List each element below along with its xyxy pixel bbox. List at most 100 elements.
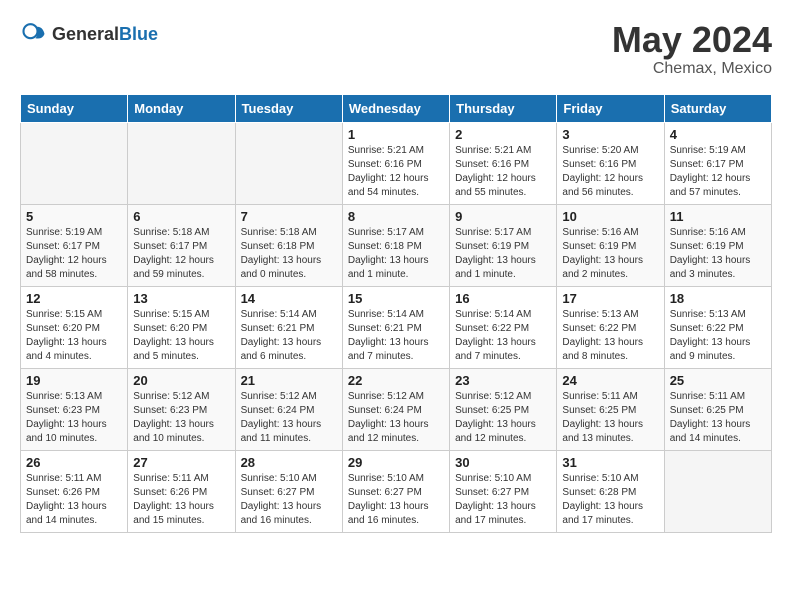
calendar-cell: 20 Sunrise: 5:12 AM Sunset: 6:23 PM Dayli… (128, 368, 235, 450)
calendar-cell: 18 Sunrise: 5:13 AM Sunset: 6:22 PM Dayli… (664, 286, 771, 368)
day-info: Sunrise: 5:20 AM Sunset: 6:16 PM Dayligh… (562, 144, 658, 200)
day-number: 11 (670, 209, 766, 224)
day-info: Sunrise: 5:17 AM Sunset: 6:19 PM Dayligh… (455, 226, 551, 282)
logo-general-text: General (52, 24, 119, 44)
weekday-header-tuesday: Tuesday (235, 94, 342, 122)
calendar-cell: 28 Sunrise: 5:10 AM Sunset: 6:27 PM Dayli… (235, 450, 342, 532)
calendar-cell: 27 Sunrise: 5:11 AM Sunset: 6:26 PM Dayli… (128, 450, 235, 532)
calendar-cell: 30Sunrise: 5:10 AM Sunset: 6:27 PM Dayli… (450, 450, 557, 532)
week-row-4: 19Sunrise: 5:13 AM Sunset: 6:23 PM Dayli… (21, 368, 772, 450)
day-number: 9 (455, 209, 551, 224)
calendar-cell: 5 Sunrise: 5:19 AM Sunset: 6:17 PM Daylig… (21, 204, 128, 286)
calendar-cell: 31 Sunrise: 5:10 AM Sunset: 6:28 PM Dayli… (557, 450, 664, 532)
day-info: Sunrise: 5:16 AM Sunset: 6:19 PM Dayligh… (670, 226, 766, 282)
day-number: 24 (562, 373, 658, 388)
day-number: 31 (562, 455, 658, 470)
weekday-header-friday: Friday (557, 94, 664, 122)
day-number: 25 (670, 373, 766, 388)
day-number: 6 (133, 209, 229, 224)
calendar-cell: 8 Sunrise: 5:17 AM Sunset: 6:18 PM Daylig… (342, 204, 449, 286)
day-number: 16 (455, 291, 551, 306)
day-info: Sunrise: 5:16 AM Sunset: 6:19 PM Dayligh… (562, 226, 658, 282)
day-info: Sunrise: 5:21 AM Sunset: 6:16 PM Dayligh… (348, 144, 444, 200)
weekday-header-thursday: Thursday (450, 94, 557, 122)
day-number: 5 (26, 209, 122, 224)
calendar-cell: 10 Sunrise: 5:16 AM Sunset: 6:19 PM Dayli… (557, 204, 664, 286)
calendar-cell: 4 Sunrise: 5:19 AM Sunset: 6:17 PM Daylig… (664, 122, 771, 204)
day-info: Sunrise: 5:10 AM Sunset: 6:27 PM Dayligh… (348, 472, 444, 528)
day-number: 15 (348, 291, 444, 306)
day-info: Sunrise: 5:13 AM Sunset: 6:23 PM Dayligh… (26, 390, 122, 446)
calendar-cell: 21Sunrise: 5:12 AM Sunset: 6:24 PM Dayli… (235, 368, 342, 450)
calendar-cell: 9 Sunrise: 5:17 AM Sunset: 6:19 PM Daylig… (450, 204, 557, 286)
calendar-cell: 25 Sunrise: 5:11 AM Sunset: 6:25 PM Dayli… (664, 368, 771, 450)
day-info: Sunrise: 5:12 AM Sunset: 6:24 PM Dayligh… (348, 390, 444, 446)
day-number: 7 (241, 209, 337, 224)
day-number: 23 (455, 373, 551, 388)
calendar-cell: 3Sunrise: 5:20 AM Sunset: 6:16 PM Daylig… (557, 122, 664, 204)
calendar-cell (128, 122, 235, 204)
calendar-cell (21, 122, 128, 204)
calendar-cell (664, 450, 771, 532)
calendar-cell: 11 Sunrise: 5:16 AM Sunset: 6:19 PM Dayli… (664, 204, 771, 286)
day-info: Sunrise: 5:15 AM Sunset: 6:20 PM Dayligh… (26, 308, 122, 364)
day-info: Sunrise: 5:11 AM Sunset: 6:25 PM Dayligh… (670, 390, 766, 446)
weekday-header-sunday: Sunday (21, 94, 128, 122)
day-number: 1 (348, 127, 444, 142)
day-info: Sunrise: 5:19 AM Sunset: 6:17 PM Dayligh… (670, 144, 766, 200)
day-number: 8 (348, 209, 444, 224)
calendar-cell: 2 Sunrise: 5:21 AM Sunset: 6:16 PM Daylig… (450, 122, 557, 204)
day-info: Sunrise: 5:21 AM Sunset: 6:16 PM Dayligh… (455, 144, 551, 200)
day-info: Sunrise: 5:15 AM Sunset: 6:20 PM Dayligh… (133, 308, 229, 364)
calendar-cell: 23 Sunrise: 5:12 AM Sunset: 6:25 PM Dayli… (450, 368, 557, 450)
week-row-5: 26 Sunrise: 5:11 AM Sunset: 6:26 PM Dayli… (21, 450, 772, 532)
calendar-cell: 17 Sunrise: 5:13 AM Sunset: 6:22 PM Dayli… (557, 286, 664, 368)
weekday-header-monday: Monday (128, 94, 235, 122)
calendar-cell: 14Sunrise: 5:14 AM Sunset: 6:21 PM Dayli… (235, 286, 342, 368)
day-info: Sunrise: 5:13 AM Sunset: 6:22 PM Dayligh… (670, 308, 766, 364)
calendar-cell: 29Sunrise: 5:10 AM Sunset: 6:27 PM Dayli… (342, 450, 449, 532)
day-info: Sunrise: 5:14 AM Sunset: 6:21 PM Dayligh… (348, 308, 444, 364)
day-number: 10 (562, 209, 658, 224)
day-number: 12 (26, 291, 122, 306)
logo: GeneralBlue (20, 20, 158, 48)
day-info: Sunrise: 5:17 AM Sunset: 6:18 PM Dayligh… (348, 226, 444, 282)
calendar-cell: 16Sunrise: 5:14 AM Sunset: 6:22 PM Dayli… (450, 286, 557, 368)
calendar-cell: 26Sunrise: 5:11 AM Sunset: 6:26 PM Dayli… (21, 450, 128, 532)
day-number: 2 (455, 127, 551, 142)
location-title: Chemax, Mexico (612, 60, 772, 78)
calendar-cell: 24 Sunrise: 5:11 AM Sunset: 6:25 PM Dayli… (557, 368, 664, 450)
calendar-table: SundayMondayTuesdayWednesdayThursdayFrid… (20, 94, 772, 533)
day-info: Sunrise: 5:11 AM Sunset: 6:25 PM Dayligh… (562, 390, 658, 446)
title-block: May 2024 Chemax, Mexico (612, 20, 772, 78)
day-number: 20 (133, 373, 229, 388)
day-number: 28 (241, 455, 337, 470)
day-number: 26 (26, 455, 122, 470)
day-number: 27 (133, 455, 229, 470)
day-number: 4 (670, 127, 766, 142)
page-header: GeneralBlue May 2024 Chemax, Mexico (20, 20, 772, 78)
day-info: Sunrise: 5:13 AM Sunset: 6:22 PM Dayligh… (562, 308, 658, 364)
week-row-2: 5 Sunrise: 5:19 AM Sunset: 6:17 PM Daylig… (21, 204, 772, 286)
day-info: Sunrise: 5:12 AM Sunset: 6:24 PM Dayligh… (241, 390, 337, 446)
day-number: 13 (133, 291, 229, 306)
day-info: Sunrise: 5:12 AM Sunset: 6:23 PM Dayligh… (133, 390, 229, 446)
day-number: 18 (670, 291, 766, 306)
calendar-cell: 19Sunrise: 5:13 AM Sunset: 6:23 PM Dayli… (21, 368, 128, 450)
day-number: 22 (348, 373, 444, 388)
day-info: Sunrise: 5:10 AM Sunset: 6:27 PM Dayligh… (455, 472, 551, 528)
day-info: Sunrise: 5:18 AM Sunset: 6:18 PM Dayligh… (241, 226, 337, 282)
calendar-cell: 7 Sunrise: 5:18 AM Sunset: 6:18 PM Daylig… (235, 204, 342, 286)
day-info: Sunrise: 5:11 AM Sunset: 6:26 PM Dayligh… (133, 472, 229, 528)
day-info: Sunrise: 5:14 AM Sunset: 6:21 PM Dayligh… (241, 308, 337, 364)
day-info: Sunrise: 5:19 AM Sunset: 6:17 PM Dayligh… (26, 226, 122, 282)
day-number: 17 (562, 291, 658, 306)
day-info: Sunrise: 5:10 AM Sunset: 6:28 PM Dayligh… (562, 472, 658, 528)
logo-icon (20, 20, 48, 48)
weekday-header-row: SundayMondayTuesdayWednesdayThursdayFrid… (21, 94, 772, 122)
calendar-cell: 15 Sunrise: 5:14 AM Sunset: 6:21 PM Dayli… (342, 286, 449, 368)
day-info: Sunrise: 5:12 AM Sunset: 6:25 PM Dayligh… (455, 390, 551, 446)
day-info: Sunrise: 5:10 AM Sunset: 6:27 PM Dayligh… (241, 472, 337, 528)
weekday-header-saturday: Saturday (664, 94, 771, 122)
calendar-cell: 1 Sunrise: 5:21 AM Sunset: 6:16 PM Daylig… (342, 122, 449, 204)
